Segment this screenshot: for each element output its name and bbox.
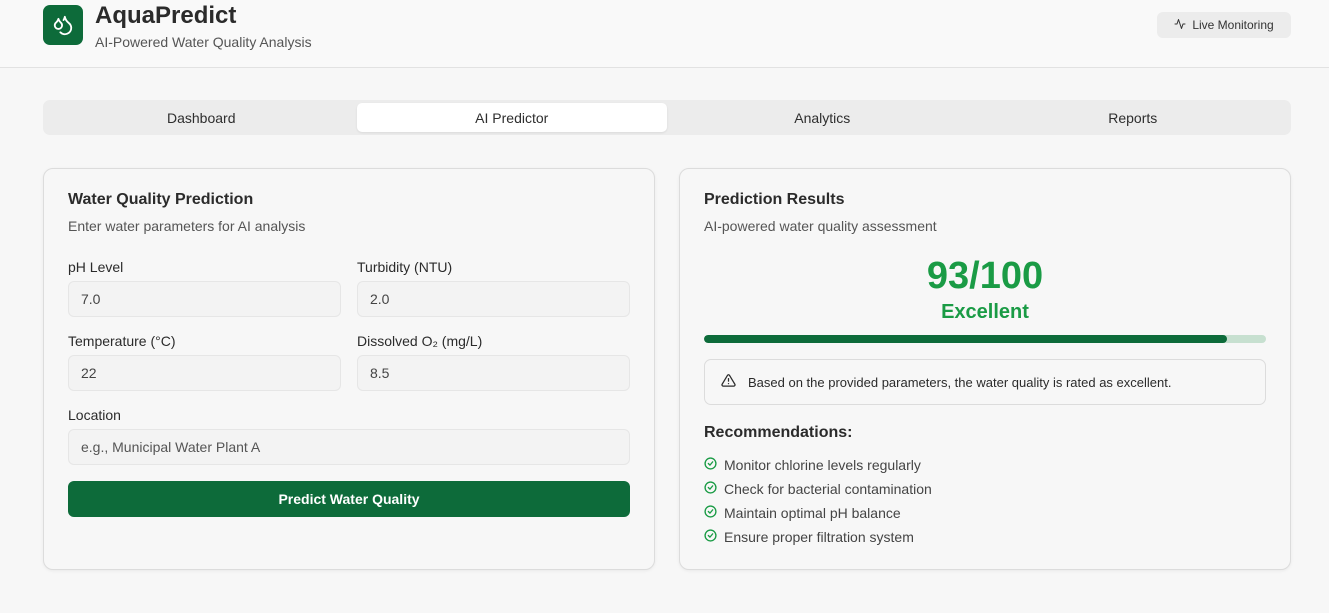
oxygen-input[interactable]: [357, 355, 630, 391]
alert-text: Based on the provided parameters, the wa…: [748, 374, 1172, 390]
result-alert: Based on the provided parameters, the wa…: [704, 359, 1266, 405]
app-header: AquaPredict AI-Powered Water Quality Ana…: [0, 0, 1329, 68]
list-item: Check for bacterial contamination: [704, 477, 932, 501]
list-item: Monitor chlorine levels regularly: [704, 453, 932, 477]
prediction-form-card: Water Quality Prediction Enter water par…: [43, 168, 655, 570]
recommendation-text: Check for bacterial contamination: [724, 481, 932, 497]
droplets-icon: [43, 5, 83, 45]
recommendation-text: Maintain optimal pH balance: [724, 505, 901, 521]
tab-ai-predictor[interactable]: AI Predictor: [356, 103, 667, 132]
tab-analytics[interactable]: Analytics: [667, 103, 978, 132]
temperature-label: Temperature (°C): [68, 333, 176, 349]
app-title: AquaPredict: [95, 2, 237, 29]
temperature-input[interactable]: [68, 355, 341, 391]
recommendation-text: Monitor chlorine levels regularly: [724, 457, 921, 473]
check-circle-icon: [704, 457, 717, 473]
oxygen-label: Dissolved O₂ (mg/L): [357, 333, 483, 349]
main-tabs: Dashboard AI Predictor Analytics Reports: [43, 100, 1291, 135]
tab-reports[interactable]: Reports: [978, 103, 1289, 132]
form-subtitle: Enter water parameters for AI analysis: [68, 218, 306, 234]
ph-input[interactable]: [68, 281, 341, 317]
quality-rating: Excellent: [941, 301, 1029, 323]
turbidity-label: Turbidity (NTU): [357, 259, 453, 275]
tab-dashboard[interactable]: Dashboard: [46, 103, 357, 132]
live-monitoring-label: Live Monitoring: [1192, 18, 1274, 32]
location-input[interactable]: [68, 429, 630, 465]
score-progress-fill: [704, 335, 1227, 343]
activity-icon: [1174, 18, 1186, 33]
alert-triangle-icon: [721, 373, 736, 391]
live-monitoring-button[interactable]: Live Monitoring: [1157, 12, 1291, 38]
list-item: Ensure proper filtration system: [704, 525, 932, 549]
app-subtitle: AI-Powered Water Quality Analysis: [95, 34, 312, 50]
location-label: Location: [68, 407, 121, 423]
score-progress-bar: [704, 335, 1266, 343]
turbidity-input[interactable]: [357, 281, 630, 317]
predict-button[interactable]: Predict Water Quality: [68, 481, 630, 517]
form-title: Water Quality Prediction: [68, 191, 254, 208]
check-circle-icon: [704, 481, 717, 497]
check-circle-icon: [704, 505, 717, 521]
check-circle-icon: [704, 529, 717, 545]
prediction-results-card: Prediction Results AI-powered water qual…: [679, 168, 1291, 570]
recommendations-title: Recommendations:: [704, 424, 853, 441]
recommendation-text: Ensure proper filtration system: [724, 529, 914, 545]
recommendations-list: Monitor chlorine levels regularly Check …: [704, 453, 932, 549]
results-title: Prediction Results: [704, 191, 845, 208]
list-item: Maintain optimal pH balance: [704, 501, 932, 525]
quality-score: 93/100: [926, 255, 1044, 297]
ph-label: pH Level: [68, 259, 124, 275]
results-subtitle: AI-powered water quality assessment: [704, 218, 937, 234]
